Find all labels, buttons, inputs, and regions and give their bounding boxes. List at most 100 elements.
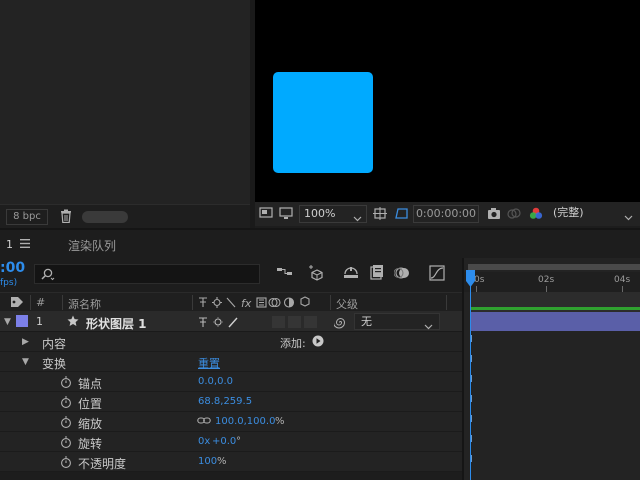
time-navigator[interactable] xyxy=(468,264,640,270)
layer-search-input[interactable] xyxy=(34,264,260,284)
expand-triangle-icon[interactable]: ▼ xyxy=(22,357,29,367)
property-row-opacity[interactable]: 不透明度 100 % xyxy=(0,452,462,472)
property-row-position[interactable]: 位置 68.8,259.5 xyxy=(0,392,462,412)
show-snapshot-icon[interactable] xyxy=(507,207,521,220)
resolution-value: (完整) xyxy=(553,206,584,219)
project-panel xyxy=(0,0,250,228)
timeline-tabs: 1 渲染队列 xyxy=(0,228,640,258)
property-name: 位置 xyxy=(78,397,103,411)
switch-box-motion-blur[interactable] xyxy=(288,316,301,328)
search-icon xyxy=(41,268,55,281)
playhead-handle[interactable] xyxy=(465,270,476,288)
layer-switch-icons[interactable] xyxy=(197,316,243,331)
zoom-select[interactable]: 100% xyxy=(299,205,367,223)
layer-column-header: # 源名称 fx 父级 xyxy=(0,292,462,312)
viewer-toolbar: 100% 0:00:00:00 (完整) xyxy=(255,202,640,226)
layer-row[interactable]: ▼ 1 形状图层 1 无 xyxy=(0,312,462,332)
motion-blur-icon[interactable] xyxy=(393,264,412,282)
parent-select[interactable]: 无 xyxy=(354,313,440,330)
property-name: 缩放 xyxy=(78,417,103,431)
label-tag-icon[interactable] xyxy=(10,296,24,311)
switch-box-adjustment[interactable] xyxy=(272,316,285,328)
reset-link[interactable]: 重置 xyxy=(198,355,220,371)
stopwatch-icon[interactable] xyxy=(60,416,72,428)
svg-text:fx: fx xyxy=(241,297,252,309)
contents-label: 内容 xyxy=(42,337,67,351)
contents-row[interactable]: ▶ 内容 添加: xyxy=(0,332,462,352)
parent-value: 无 xyxy=(361,315,372,328)
zoom-value: 100% xyxy=(304,207,336,220)
current-time-display[interactable]: :00 xyxy=(0,260,25,276)
comp-tab[interactable]: 1 xyxy=(6,238,13,251)
shy-layers-icon[interactable] xyxy=(342,264,360,282)
color-channels-icon[interactable] xyxy=(529,207,543,220)
stopwatch-icon[interactable] xyxy=(60,456,72,468)
viewer-timecode[interactable]: 0:00:00:00 xyxy=(413,205,479,223)
frame-blending-icon[interactable] xyxy=(368,264,386,282)
property-name: 锚点 xyxy=(78,377,103,391)
property-value[interactable]: 0.0,0.0 xyxy=(198,376,233,387)
transform-label: 变换 xyxy=(42,357,67,371)
always-preview-icon[interactable] xyxy=(259,207,273,220)
property-name: 旋转 xyxy=(78,437,103,451)
timeline-track-area[interactable]: 0s 02s 04s I I I I I I I xyxy=(462,258,640,480)
composition-flowchart-icon[interactable] xyxy=(276,264,294,282)
pick-whip-icon[interactable] xyxy=(333,316,347,332)
add-menu-icon[interactable] xyxy=(312,335,324,350)
camera-snapshot-icon[interactable] xyxy=(487,207,501,220)
chevron-down-icon xyxy=(353,211,362,227)
resolution-grid-icon[interactable] xyxy=(373,207,387,220)
project-bottom-bar: 8 bpc xyxy=(0,204,250,228)
add-label: 添加: xyxy=(280,337,306,350)
star-icon xyxy=(67,315,79,330)
draft-3d-icon[interactable] xyxy=(308,264,326,282)
chevron-down-icon xyxy=(624,210,633,226)
property-unit: % xyxy=(275,416,285,427)
playhead-line xyxy=(470,278,471,480)
switch-box-3d[interactable] xyxy=(304,316,317,328)
ruler-label-04s: 04s xyxy=(614,275,631,285)
tab-render-queue[interactable]: 渲染队列 xyxy=(68,237,116,254)
fps-label: fps) xyxy=(0,278,18,288)
constrain-proportions-link-icon[interactable] xyxy=(197,416,211,429)
layer-name[interactable]: 形状图层 1 xyxy=(86,315,147,332)
column-source-name[interactable]: 源名称 xyxy=(68,296,101,312)
monitor-icon[interactable] xyxy=(279,207,293,220)
column-number[interactable]: # xyxy=(36,296,45,309)
layer-number: 1 xyxy=(36,315,43,328)
shape-layer-rectangle[interactable] xyxy=(273,72,373,173)
timeline-controls-row: :00 fps) xyxy=(0,258,462,292)
stopwatch-icon[interactable] xyxy=(60,376,72,388)
resolution-select[interactable]: (完整) xyxy=(551,205,633,223)
panel-menu-icon[interactable] xyxy=(20,238,30,251)
property-unit: % xyxy=(217,456,227,467)
region-of-interest-icon[interactable] xyxy=(395,207,409,220)
trash-icon[interactable] xyxy=(60,209,72,224)
property-value[interactable]: 68.8,259.5 xyxy=(198,396,252,407)
property-value-revolutions[interactable]: 0x xyxy=(198,436,210,447)
stopwatch-icon[interactable] xyxy=(60,396,72,408)
column-parent[interactable]: 父级 xyxy=(336,296,358,312)
bpc-button[interactable]: 8 bpc xyxy=(6,209,48,225)
composition-viewer[interactable] xyxy=(255,0,640,202)
property-name: 不透明度 xyxy=(78,457,127,471)
property-value[interactable]: 100.0,100.0 xyxy=(215,416,275,427)
property-value[interactable]: 100 xyxy=(198,456,217,467)
work-area-bar[interactable] xyxy=(470,307,640,310)
property-unit: ° xyxy=(236,436,241,447)
layer-switches-icons[interactable]: fx xyxy=(197,296,321,312)
time-ruler[interactable]: 0s 02s 04s xyxy=(464,272,640,292)
ruler-label-02s: 02s xyxy=(538,275,555,285)
graph-editor-icon[interactable] xyxy=(428,264,446,282)
property-row-scale[interactable]: 缩放 100.0,100.0 % xyxy=(0,412,462,432)
property-row-rotation[interactable]: 旋转 0x +0.0 ° xyxy=(0,432,462,452)
expand-triangle-icon[interactable]: ▼ xyxy=(4,317,11,327)
property-row-anchor-point[interactable]: 锚点 0.0,0.0 xyxy=(0,372,462,392)
layer-duration-bar[interactable] xyxy=(470,312,640,331)
transform-row[interactable]: ▼ 变换 重置 xyxy=(0,352,462,372)
stopwatch-icon[interactable] xyxy=(60,436,72,448)
property-value-degrees[interactable]: +0.0 xyxy=(212,436,236,447)
layer-label-color[interactable] xyxy=(16,315,28,327)
collapsed-triangle-icon[interactable]: ▶ xyxy=(22,337,29,347)
horizontal-scrollbar[interactable] xyxy=(82,211,128,223)
